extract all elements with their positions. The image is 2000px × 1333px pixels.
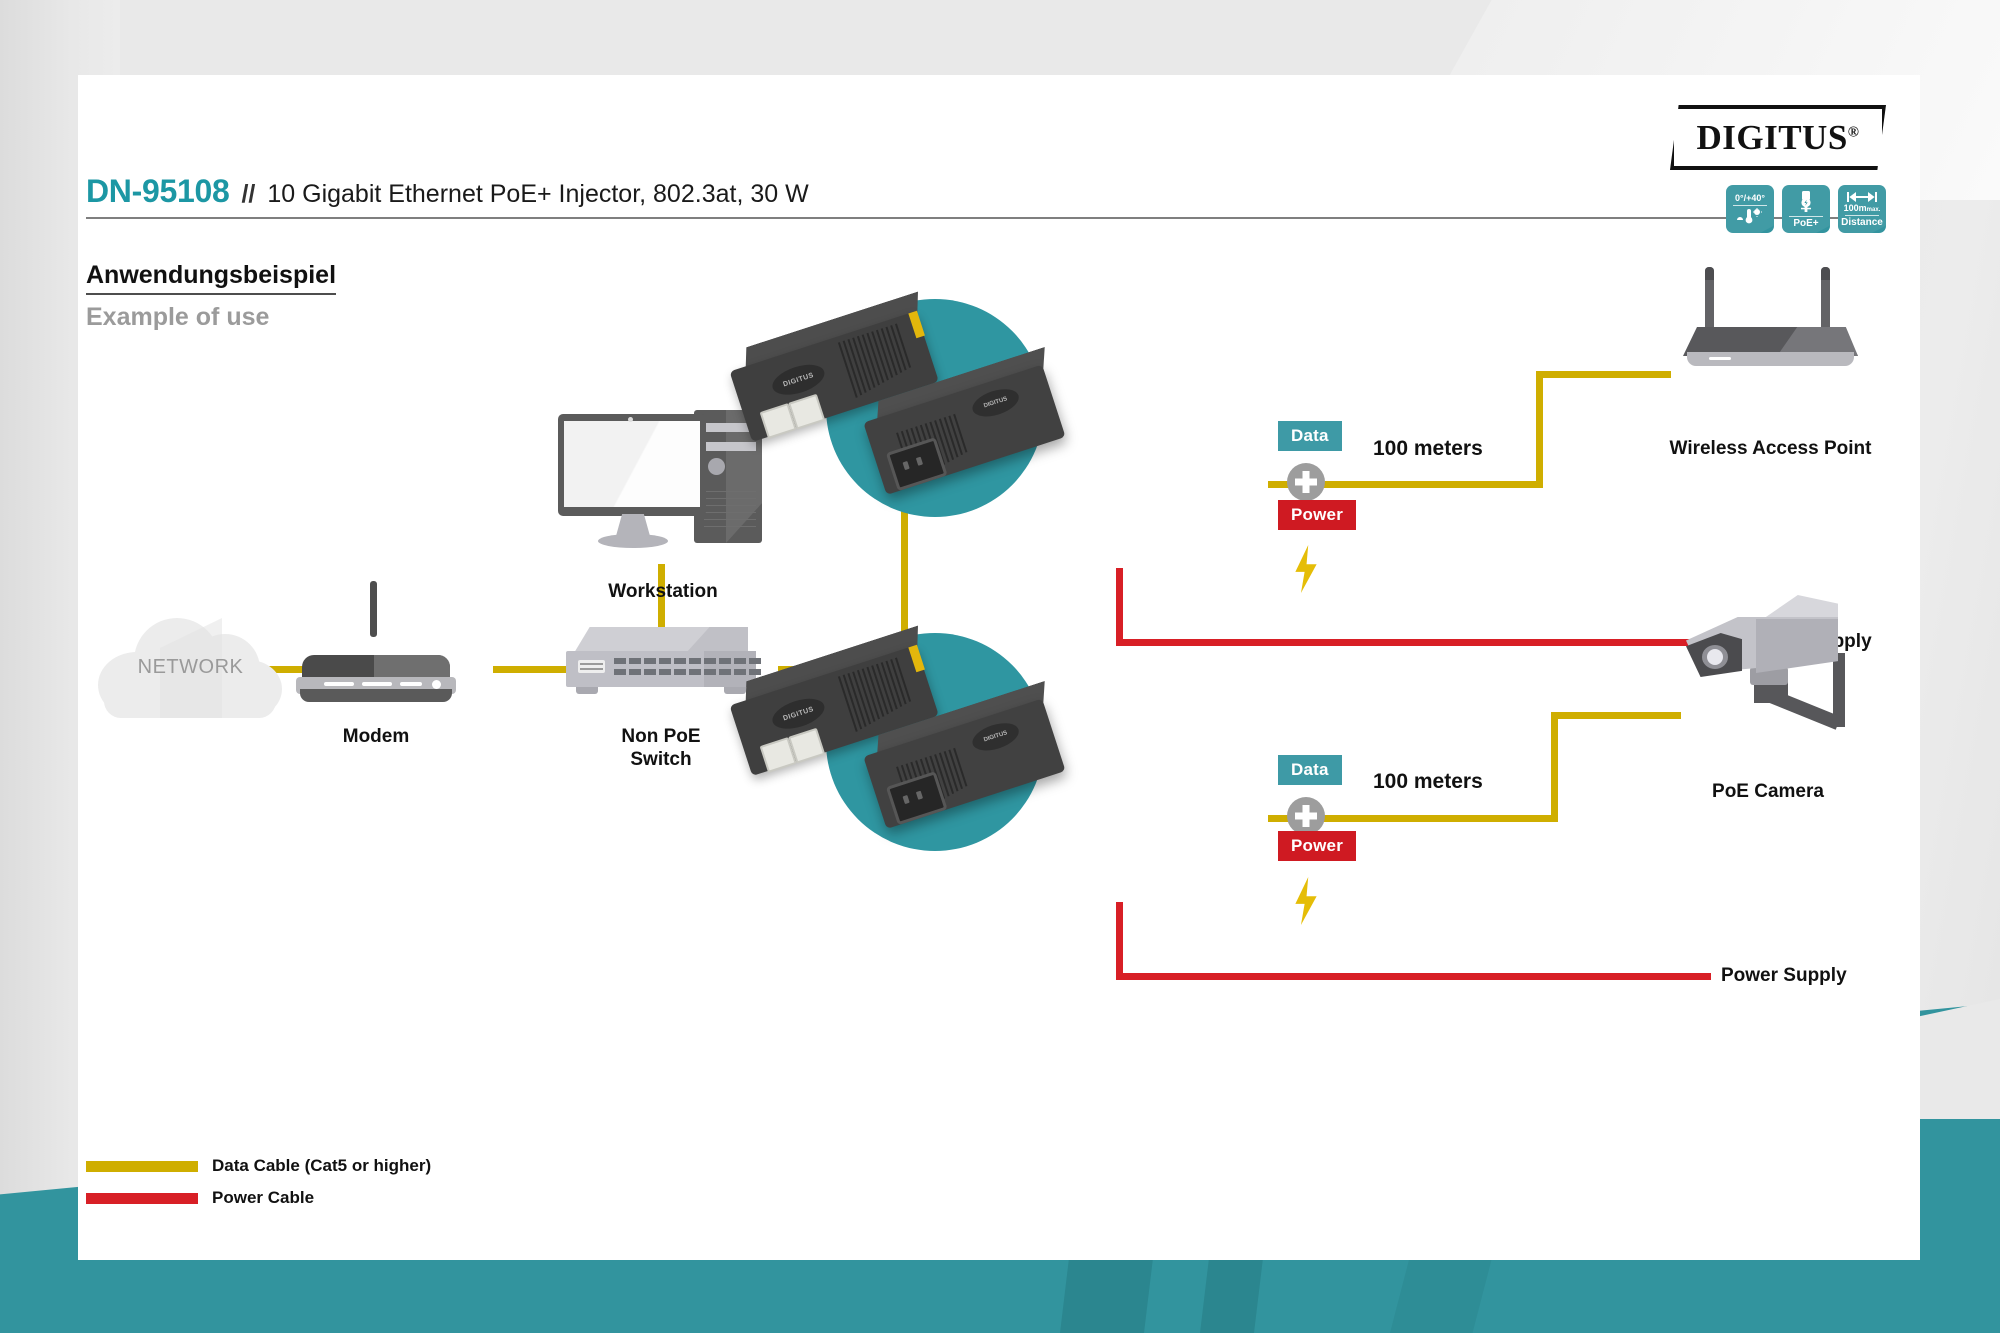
camera-lens-icon xyxy=(1702,645,1728,669)
poe-camera-device xyxy=(1678,595,1853,730)
modem-device xyxy=(296,581,456,702)
distance-label-bottom: 100 meters xyxy=(1373,770,1483,793)
plus-combiner-icon-bottom xyxy=(1287,797,1325,835)
cable-legend: Data Cable (Cat5 or higher) Power Cable xyxy=(86,1156,431,1220)
poe-badge-label: PoE+ xyxy=(1793,217,1819,229)
legend-row-power-cable: Power Cable xyxy=(86,1188,431,1208)
data-chip-top: Data xyxy=(1278,421,1342,451)
network-cloud: NETWORK xyxy=(98,612,283,722)
distance-badge: 100mmax. Distance xyxy=(1838,185,1886,233)
modem-antenna-icon xyxy=(370,581,377,637)
marker-cluster-bottom: Data xyxy=(1278,755,1388,785)
workstation-device xyxy=(558,410,768,560)
cable-power-bottom-drop xyxy=(1116,902,1123,980)
cable-bottom-to-camera xyxy=(1551,712,1681,719)
cable-top-to-wap xyxy=(1536,371,1671,378)
workstation-label: Workstation xyxy=(608,581,718,602)
data-cable-label: Data Cable (Cat5 or higher) xyxy=(212,1156,432,1175)
data-cable-swatch xyxy=(86,1160,198,1172)
content-card: DIGITUS® DN-95108 // 10 Gigabit Ethernet… xyxy=(78,75,1920,1260)
badge-divider xyxy=(1733,205,1767,206)
distance-badge-label: Distance xyxy=(1841,216,1883,228)
badge-divider xyxy=(1845,214,1879,216)
distance-badge-value: 100mmax. xyxy=(1843,202,1881,213)
injector-group-top: DIGITUS DIGITUS xyxy=(729,293,1098,523)
badge-divider xyxy=(1789,215,1823,217)
injector-group-bottom: DIGITUS DIGITUS xyxy=(729,627,1098,857)
modem-label: Modem xyxy=(342,726,410,747)
distance-label-top: 100 meters xyxy=(1373,437,1483,460)
lightning-bolt-icon-bottom xyxy=(1295,877,1317,925)
cable-power-top-run xyxy=(1116,639,1736,646)
wireless-access-point-device xyxy=(1683,267,1858,366)
cable-power-top-drop xyxy=(1116,568,1123,646)
lightning-bolt-icon-top xyxy=(1295,545,1317,593)
legend-row-data-cable: Data Cable (Cat5 or higher) xyxy=(86,1156,431,1176)
power-chip-wrap-top: Power xyxy=(1278,500,1388,530)
cable-bottom-riser xyxy=(1551,712,1558,822)
wireless-access-point-label: Wireless Access Point xyxy=(1669,438,1872,459)
cloud-label: NETWORK xyxy=(137,656,244,678)
poe-camera-label: PoE Camera xyxy=(1712,781,1824,802)
power-chip-bottom: Power xyxy=(1278,831,1357,861)
power-chip-wrap-bottom: Power xyxy=(1278,831,1388,861)
cable-power-bottom-run xyxy=(1116,973,1711,980)
power-chip-top: Power xyxy=(1278,500,1357,530)
marker-cluster-top: Data xyxy=(1278,421,1388,451)
data-chip-bottom: Data xyxy=(1278,755,1342,785)
power-cable-swatch xyxy=(86,1192,198,1204)
power-cable-label: Power Cable xyxy=(212,1188,315,1207)
power-supply-label-bottom: Power Supply xyxy=(1721,965,1847,986)
network-diagram: NETWORK Modem Non PoE Switch Workstation… xyxy=(78,75,1920,1260)
cable-top-riser xyxy=(1536,371,1543,488)
plus-combiner-icon-top xyxy=(1287,463,1325,501)
temperature-badge-range: 0°/+40° xyxy=(1735,193,1765,203)
